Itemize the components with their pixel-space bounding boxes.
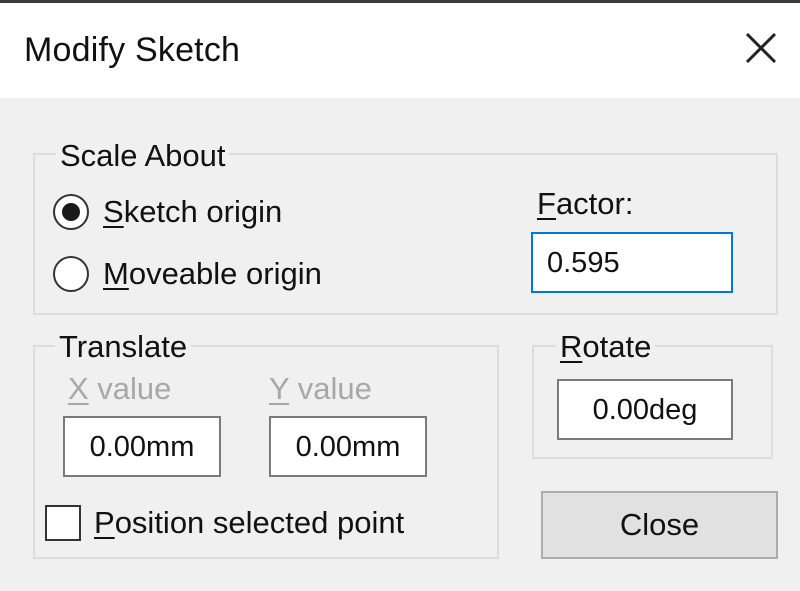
- sketch-origin-label[interactable]: Sketch origin: [103, 194, 282, 230]
- position-selected-point-label[interactable]: Position selected point: [94, 505, 404, 541]
- factor-label: Factor:: [537, 186, 634, 221]
- close-icon[interactable]: [738, 25, 786, 73]
- radio-selected-dot: [62, 203, 80, 221]
- y-value-label: Y value: [269, 371, 372, 406]
- title-bar: Modify Sketch: [0, 3, 800, 98]
- window-title: Modify Sketch: [24, 31, 241, 69]
- moveable-origin-radio[interactable]: [53, 256, 89, 292]
- rotate-legend: Rotate: [556, 329, 656, 365]
- y-value-input[interactable]: 0.00mm: [269, 416, 427, 477]
- x-value-input[interactable]: 0.00mm: [63, 416, 221, 477]
- moveable-origin-label[interactable]: Moveable origin: [103, 256, 322, 292]
- factor-input[interactable]: 0.595: [531, 232, 733, 293]
- position-selected-point-checkbox[interactable]: [45, 505, 81, 541]
- x-value-label: X value: [68, 371, 172, 406]
- rotate-input[interactable]: 0.00deg: [557, 379, 733, 440]
- scale-about-legend: Scale About: [56, 138, 230, 174]
- sketch-origin-radio[interactable]: [53, 194, 89, 230]
- translate-legend: Translate: [55, 329, 192, 365]
- close-button[interactable]: Close: [541, 491, 778, 559]
- modify-sketch-dialog: Modify Sketch Scale About Sketch origin …: [0, 0, 800, 591]
